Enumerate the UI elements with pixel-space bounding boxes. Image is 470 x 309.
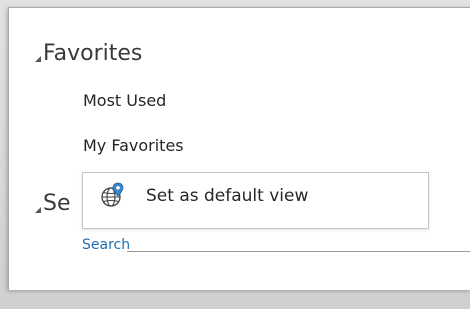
nav-item-my-favorites[interactable]: My Favorites xyxy=(83,138,184,154)
second-section-title[interactable]: Se xyxy=(43,193,71,215)
search-divider xyxy=(127,251,470,252)
favorites-section-title[interactable]: Favorites xyxy=(43,43,142,65)
navigation-panel: Favorites Most Used My Favorites Se xyxy=(8,7,470,290)
collapse-section-icon[interactable] xyxy=(35,207,41,213)
window-frame: Favorites Most Used My Favorites Se Set … xyxy=(0,0,470,309)
globe-pin-icon xyxy=(101,182,125,210)
set-default-view-menu-item[interactable]: Set as default view xyxy=(146,188,308,205)
collapse-favorites-icon[interactable] xyxy=(35,56,41,62)
context-menu: Set as default view xyxy=(82,172,429,229)
nav-item-most-used[interactable]: Most Used xyxy=(83,93,166,109)
search-link[interactable]: Search xyxy=(82,238,130,252)
